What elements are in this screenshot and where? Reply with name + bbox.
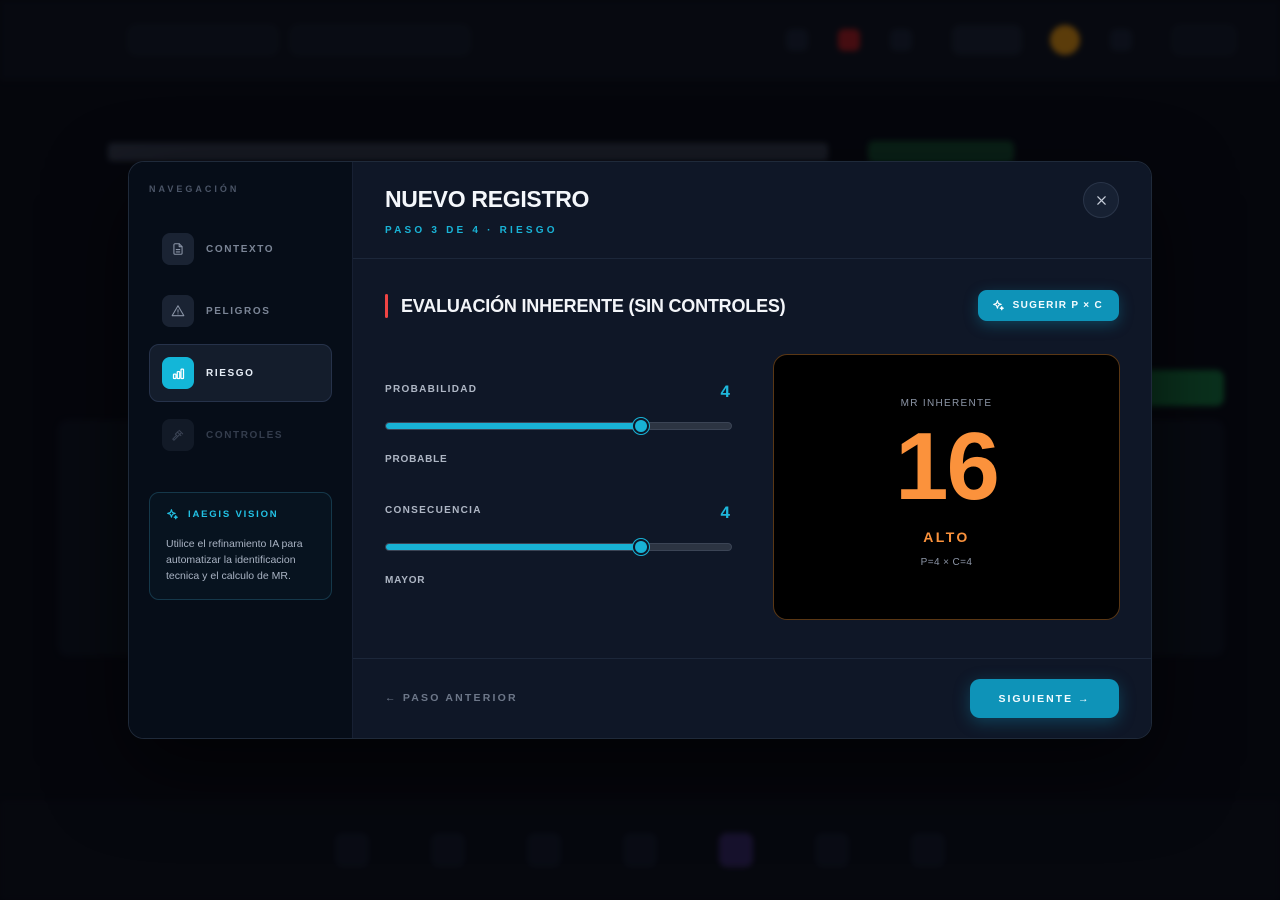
consequence-label: CONSECUENCIA (385, 505, 482, 516)
iaegis-vision-card: IAEGIS VISION Utilice el refinamiento IA… (149, 492, 332, 600)
close-button[interactable] (1083, 182, 1119, 218)
probability-slider-fill (386, 423, 642, 429)
mr-score: 16 (895, 413, 1000, 520)
vision-title-row: IAEGIS VISION (166, 508, 315, 521)
sidebar-item-contexto[interactable]: CONTEXTO (149, 220, 332, 278)
modal-footer: ← PASO ANTERIOR SIGUIENTE → (353, 658, 1151, 738)
probability-slider-block: PROBABILIDAD 4 PROBABLE (385, 382, 732, 465)
section-title: EVALUACIÓN INHERENTE (SIN CONTROLES) (401, 295, 786, 316)
gavel-icon (162, 419, 194, 451)
section-accent-bar (385, 294, 388, 318)
wizard-main: NUEVO REGISTRO PASO 3 DE 4 · RIESGO EVAL… (353, 162, 1151, 738)
consequence-slider-fill (386, 544, 642, 550)
mr-label: MR INHERENTE (900, 398, 993, 409)
sidebar-heading: NAVEGACIÓN (149, 184, 240, 194)
mr-formula: P=4 × C=4 (920, 557, 973, 568)
vision-description: Utilice el refinamiento IA para automati… (166, 538, 303, 582)
sidebar-item-label: PELIGROS (206, 305, 271, 317)
probability-slider[interactable] (385, 418, 732, 434)
risk-level: ALTO (923, 529, 970, 545)
bar-chart-icon (162, 357, 194, 389)
warning-icon (162, 295, 194, 327)
sidebar-item-controles[interactable]: CONTROLES (149, 406, 332, 464)
document-icon (162, 233, 194, 265)
sparkles-icon (167, 509, 178, 520)
probability-description: PROBABLE (385, 454, 448, 465)
sidebar-item-label: RIESGO (206, 367, 255, 379)
suggest-pc-label: SUGERIR P × C (1012, 300, 1103, 311)
new-record-modal: NAVEGACIÓN CONTEXTO PELIGROS RIESGO CONT… (128, 161, 1152, 739)
close-icon (1096, 195, 1106, 205)
sidebar-item-label: CONTROLES (206, 429, 284, 441)
wizard-sidebar: NAVEGACIÓN CONTEXTO PELIGROS RIESGO CONT… (129, 162, 353, 738)
probability-value: 4 (720, 382, 730, 401)
vision-title: IAEGIS VISION (188, 509, 279, 520)
consequence-slider[interactable] (385, 539, 732, 555)
next-button[interactable]: SIGUIENTE → (970, 679, 1119, 718)
consequence-description: MAYOR (385, 575, 426, 586)
modal-title: NUEVO REGISTRO (385, 186, 590, 212)
sparkles-icon (992, 300, 1004, 311)
step-indicator: PASO 3 DE 4 · RIESGO (385, 225, 558, 236)
section-header: EVALUACIÓN INHERENTE (SIN CONTROLES) SUG… (385, 290, 1119, 322)
sidebar-item-peligros[interactable]: PELIGROS (149, 282, 332, 340)
sidebar-item-label: CONTEXTO (206, 243, 275, 255)
inherent-risk-card: MR INHERENTE 16 ALTO P=4 × C=4 (773, 354, 1120, 620)
modal-header: NUEVO REGISTRO PASO 3 DE 4 · RIESGO (353, 162, 1151, 259)
consequence-slider-block: CONSECUENCIA 4 MAYOR (385, 503, 732, 586)
previous-step-button[interactable]: ← PASO ANTERIOR (385, 692, 518, 704)
probability-slider-thumb[interactable] (633, 418, 650, 434)
sidebar-item-riesgo[interactable]: RIESGO (149, 344, 332, 402)
probability-label: PROBABILIDAD (385, 384, 478, 395)
suggest-pc-button[interactable]: SUGERIR P × C (977, 290, 1119, 321)
consequence-value: 4 (720, 503, 730, 522)
consequence-slider-thumb[interactable] (633, 539, 650, 555)
